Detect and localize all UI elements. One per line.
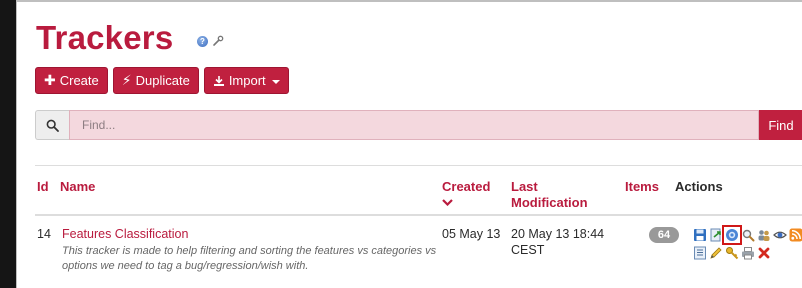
column-header-created-label: Created: [442, 179, 491, 194]
bolt-icon: ⚡: [121, 72, 132, 88]
key-icon[interactable]: [725, 246, 739, 260]
groups-icon[interactable]: [757, 228, 771, 242]
column-header-actions: Actions: [675, 179, 723, 194]
page-title: Trackers: [36, 19, 174, 56]
save-icon[interactable]: [693, 228, 707, 242]
column-header-last-modification[interactable]: Last Modification: [511, 179, 611, 211]
delete-icon[interactable]: [757, 246, 771, 260]
column-header-name[interactable]: Name: [60, 179, 95, 195]
column-header-items[interactable]: Items: [625, 179, 659, 195]
actions-line-1: [693, 225, 802, 245]
monitor-icon[interactable]: [773, 228, 787, 242]
duplicate-button[interactable]: ⚡ Duplicate: [112, 67, 199, 94]
list-icon[interactable]: [693, 246, 707, 260]
search-bar: Find: [35, 110, 802, 140]
row-actions: [693, 225, 802, 263]
actions-line-2: [693, 245, 802, 261]
column-header-created[interactable]: Created: [442, 179, 490, 206]
create-button[interactable]: ✚ Create: [35, 67, 108, 94]
wrench-icon[interactable]: [212, 35, 224, 47]
fields-icon[interactable]: [722, 225, 742, 245]
row-id: 14: [37, 227, 51, 241]
plus-icon: ✚: [44, 72, 56, 88]
edit-icon[interactable]: [709, 246, 723, 260]
search-addon: [35, 110, 69, 140]
duplicate-button-label: Duplicate: [135, 73, 190, 88]
create-button-label: Create: [59, 73, 99, 88]
main-panel: Trackers ? ✚ Create ⚡ Duplicate Import F…: [16, 0, 802, 288]
title-icons: ?: [197, 35, 224, 47]
search-icon: [46, 119, 59, 132]
search-input[interactable]: [69, 110, 759, 140]
trackers-table: Id Name Created Last Modification Items …: [35, 165, 802, 286]
import-button[interactable]: Import: [203, 67, 289, 94]
print-icon[interactable]: [741, 246, 755, 260]
caret-down-icon: [271, 79, 280, 84]
tracker-description: This tracker is made to help filtering a…: [62, 245, 437, 272]
import-button-label: Import: [228, 73, 266, 88]
row-last-modification: 20 May 13 18:44 CEST: [511, 227, 605, 257]
export-icon[interactable]: [709, 228, 723, 242]
column-header-id[interactable]: Id: [37, 179, 49, 195]
find-button[interactable]: Find: [759, 110, 802, 140]
help-icon[interactable]: ?: [197, 35, 208, 47]
items-count-badge[interactable]: 64: [649, 227, 679, 243]
tracker-name-link[interactable]: Features Classification: [62, 226, 188, 242]
find-button-label: Find: [768, 117, 794, 133]
row-created: 05 May 13: [442, 227, 501, 241]
toolbar: ✚ Create ⚡ Duplicate Import: [35, 67, 289, 94]
rss-icon[interactable]: [789, 228, 802, 242]
view-icon[interactable]: [741, 228, 755, 242]
import-icon: [213, 75, 224, 86]
table-row: 14 Features Classification This tracker …: [35, 216, 802, 286]
sort-descending-icon: [442, 199, 453, 206]
table-header: Id Name Created Last Modification Items …: [35, 165, 802, 216]
